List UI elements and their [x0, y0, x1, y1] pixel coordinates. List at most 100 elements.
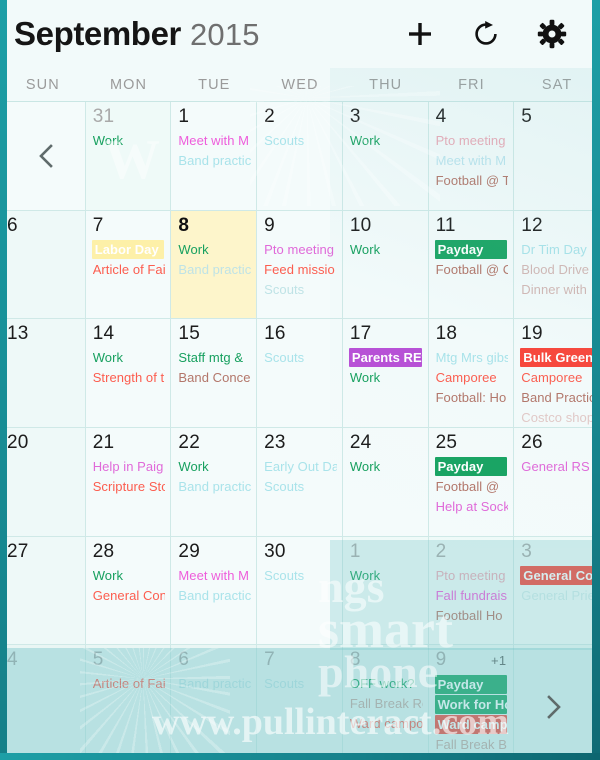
calendar-event[interactable]: Pto meeting	[436, 566, 509, 585]
calendar-event[interactable]: Scouts	[264, 674, 337, 693]
month-title[interactable]: September 2015	[14, 15, 404, 53]
day-cell[interactable]: 22 Work Band practic	[171, 427, 258, 537]
calendar-event[interactable]: Staff mtg &	[178, 348, 251, 367]
calendar-event[interactable]: Payday	[434, 675, 508, 695]
calendar-event[interactable]: Band practic	[178, 586, 251, 605]
calendar-event[interactable]: General RS	[521, 457, 595, 476]
day-cell[interactable]: 19 Bulk Green WCamporeeBand PracticCostco…	[514, 319, 600, 428]
calendar-event[interactable]: Fall Break B	[436, 735, 509, 754]
day-cell[interactable]: 1 Work	[342, 536, 429, 646]
day-cell[interactable]: 20	[0, 427, 86, 537]
day-cell[interactable]: 1 Meet with M Band practic	[171, 102, 258, 211]
calendar-event[interactable]: Scouts	[264, 131, 337, 150]
day-cell[interactable]: 5	[514, 102, 600, 211]
calendar-event[interactable]: Work	[178, 240, 251, 259]
day-cell[interactable]: 30 Scouts	[257, 536, 343, 646]
day-cell[interactable]: 25 Payday Football @ Help at Sock	[428, 427, 515, 537]
calendar-event[interactable]: Work	[93, 566, 166, 585]
day-cell[interactable]: 4	[0, 645, 86, 754]
calendar-event[interactable]: Football Ho	[436, 606, 509, 625]
previous-month-button[interactable]	[30, 139, 64, 173]
calendar-event[interactable]: Band practic	[178, 151, 251, 170]
calendar-event[interactable]: Fall fundrais	[436, 586, 509, 605]
calendar-event[interactable]: Band practic	[178, 477, 251, 496]
calendar-event[interactable]: Bulk Green W	[520, 348, 594, 368]
day-cell[interactable]: 11 Payday Football @ C	[428, 210, 515, 320]
calendar-event[interactable]: Payday	[434, 456, 508, 476]
calendar-event[interactable]: Football @ C	[436, 260, 509, 279]
calendar-event[interactable]: Blood Drive	[521, 260, 595, 279]
calendar-event[interactable]: Camporee	[521, 368, 595, 387]
day-cell[interactable]: 26 General RS	[514, 427, 600, 537]
next-month-button[interactable]	[536, 690, 570, 724]
calendar-event[interactable]: Meet with M	[178, 131, 251, 150]
day-cell[interactable]: 3 Work	[342, 102, 429, 211]
calendar-event[interactable]: Scripture Sto	[93, 477, 166, 496]
calendar-event[interactable]: Fall Break Re	[350, 694, 423, 713]
day-cell[interactable]: 23 Early Out Da Scouts	[257, 427, 343, 537]
calendar-event[interactable]: Dr Tim Day	[521, 240, 595, 259]
add-event-button[interactable]	[404, 18, 436, 50]
day-cell[interactable]: 4 Pto meeting Meet with M Football @ T	[428, 102, 515, 211]
day-cell[interactable]: 14 Work Strength of t	[85, 319, 172, 428]
calendar-event[interactable]: General Conf	[520, 565, 594, 585]
calendar-event[interactable]: OFF work?	[350, 674, 423, 693]
day-cell[interactable]: 13	[0, 319, 86, 428]
calendar-event[interactable]: Football @ T	[436, 171, 509, 190]
calendar-event[interactable]: Scouts	[264, 566, 337, 585]
day-cell[interactable]: 7 Labor Day Article of Fai	[85, 210, 172, 320]
day-cell[interactable]: 21 Help in Paig Scripture Sto	[85, 427, 172, 537]
calendar-event[interactable]: Work	[350, 240, 423, 259]
day-cell[interactable]: 18 Mtg Mrs gibs Camporee Football: Ho	[428, 319, 515, 428]
calendar-event[interactable]: Mtg Mrs gibs	[436, 348, 509, 367]
calendar-event[interactable]: General Prie	[521, 586, 595, 605]
calendar-event[interactable]: Parents REtur	[348, 348, 422, 368]
day-cell[interactable]: 3 General ConfGeneral Prie	[514, 536, 600, 646]
calendar-event[interactable]: Costco shop	[521, 408, 595, 427]
calendar-event[interactable]: Help at Sock	[436, 497, 509, 516]
calendar-event[interactable]: Band Practic	[521, 388, 595, 407]
calendar-event[interactable]: Early Out Da	[264, 457, 337, 476]
calendar-event[interactable]: General Conf	[93, 586, 166, 605]
calendar-event[interactable]: Work for Holl	[434, 695, 508, 715]
day-cell[interactable]: 6 Band practic	[171, 645, 258, 754]
day-cell[interactable]: 28 Work General Conf	[85, 536, 172, 646]
calendar-event[interactable]: Ward campo	[350, 714, 423, 733]
calendar-event[interactable]: Band practic	[178, 260, 251, 279]
day-cell[interactable]: 8 OFF work? Fall Break Re Ward campo	[342, 645, 429, 754]
calendar-event[interactable]: Feed missio	[264, 260, 337, 279]
calendar-event[interactable]: Meet with M	[178, 566, 251, 585]
day-cell[interactable]: 6	[0, 210, 86, 320]
settings-button[interactable]	[536, 18, 568, 50]
calendar-event[interactable]: Work	[350, 131, 423, 150]
calendar-event[interactable]: Payday	[434, 239, 508, 259]
day-cell[interactable]: 24 Work	[342, 427, 429, 537]
calendar-event[interactable]: Work	[178, 457, 251, 476]
calendar-event[interactable]: Meet with M	[436, 151, 509, 170]
day-cell[interactable]: 17 Parents REturWork	[342, 319, 429, 428]
calendar-event[interactable]: Work	[350, 368, 423, 387]
calendar-event[interactable]: Scouts	[264, 348, 337, 367]
calendar-event[interactable]: Work	[93, 348, 166, 367]
calendar-event[interactable]: Work	[93, 131, 166, 150]
calendar-event[interactable]: Help in Paig	[93, 457, 166, 476]
day-cell[interactable]: 2 Scouts	[257, 102, 343, 211]
calendar-event[interactable]: Football: Ho	[436, 388, 509, 407]
calendar-event[interactable]: Work	[350, 566, 423, 585]
day-cell[interactable]: 12 Dr Tim Day Blood Drive Dinner with	[514, 210, 600, 320]
day-cell[interactable]: 29 Meet with M Band practic	[171, 536, 258, 646]
calendar-event[interactable]: Band Concer	[178, 368, 251, 387]
calendar-event[interactable]: Ward campou	[434, 715, 508, 735]
day-cell[interactable]: 8 Work Band practic	[171, 210, 258, 320]
day-cell[interactable]: 2 Pto meeting Fall fundrais Football Ho	[428, 536, 515, 646]
day-cell[interactable]: 9 +1 PaydayWork for HollWard campouFall Br…	[428, 645, 515, 754]
calendar-event[interactable]: Dinner with	[521, 280, 595, 299]
calendar-event[interactable]: Scouts	[264, 280, 337, 299]
day-cell[interactable]: 27	[0, 536, 86, 646]
day-cell[interactable]: 31 Work	[85, 102, 172, 211]
calendar-event[interactable]: Labor Day	[91, 239, 165, 259]
refresh-button[interactable]	[470, 18, 502, 50]
calendar-event[interactable]: Work	[350, 457, 423, 476]
calendar-event[interactable]: Football @	[436, 477, 509, 496]
calendar-event[interactable]: Article of Fai	[93, 260, 166, 279]
